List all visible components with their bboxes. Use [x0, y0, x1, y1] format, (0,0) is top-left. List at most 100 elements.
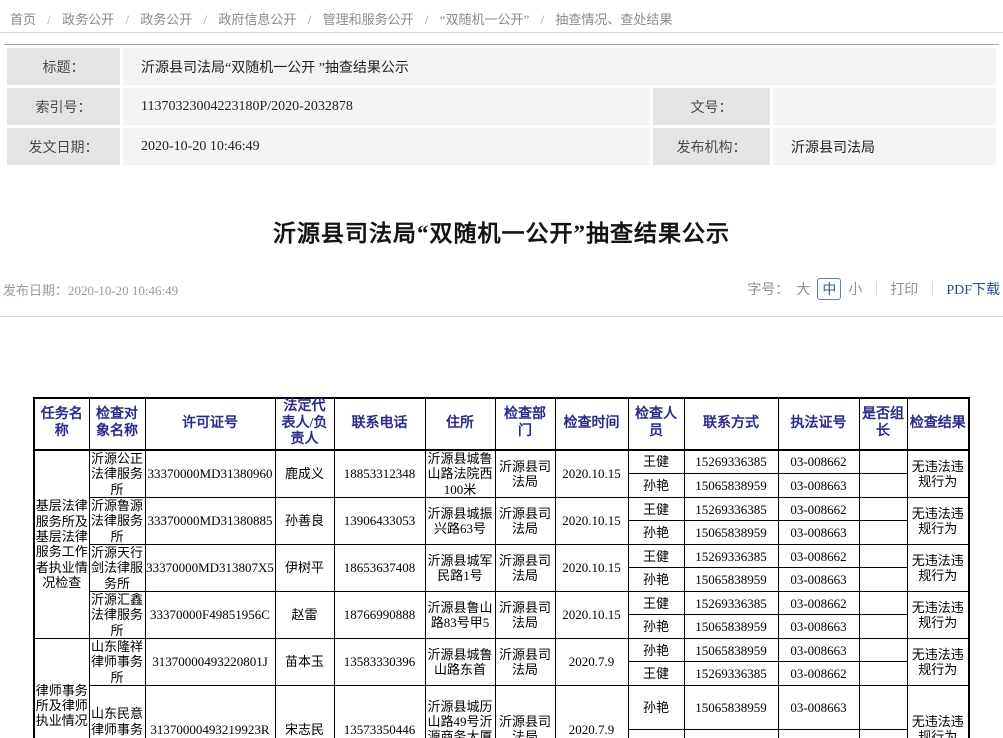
breadcrumb-item-home[interactable]: 首页 [10, 12, 36, 27]
cell-inspector-contact: 15269336385 [684, 450, 778, 474]
cell-result: 无违法违规行为 [907, 450, 969, 497]
breadcrumb-item-5[interactable]: “双随机一公开” [440, 12, 530, 27]
cell-dept: 沂源县司法局 [495, 544, 555, 591]
table-row: 基层法律服务所及基层法律服务工作者执业情况检查 沂源公正法律服务所 333700… [34, 450, 969, 474]
header-task-name: 任务名称 [34, 398, 89, 450]
cell-inspector-contact: 15269336385 [684, 729, 778, 738]
cell-result: 无违法违规行为 [907, 685, 969, 738]
cell-license: 31370000493219923R [145, 685, 275, 738]
cell-leader [859, 591, 907, 614]
cell-inspector-contact: 15065838959 [684, 474, 778, 498]
breadcrumb-item-3[interactable]: 政府信息公开 [218, 12, 296, 27]
cell-task: 律师事务所及律师执业情况 [34, 638, 89, 738]
breadcrumb-separator: / [47, 12, 51, 27]
article-tools: 字号： 大 中 小 ｜ 打印 ｜ PDF下载 [747, 278, 1000, 300]
table-row: 沂源天行剑法律服务所 33370000MD313807X5 伊树平 186536… [34, 544, 969, 567]
cell-license: 33370000MD313807X5 [145, 544, 275, 591]
cell-address: 沂源县城鲁山路东首 [425, 638, 495, 685]
cell-result: 无违法违规行为 [907, 638, 969, 685]
cell-leader [859, 450, 907, 474]
cell-leader [859, 638, 907, 661]
table-row: 沂源鲁源法律服务所 33370000MD31380885 孙善良 1390643… [34, 497, 969, 520]
cell-inspector-name: 王健 [628, 662, 684, 686]
cell-date: 2020.10.15 [555, 591, 628, 638]
font-size-medium-button[interactable]: 中 [817, 278, 841, 300]
cell-leader [859, 662, 907, 686]
cell-address: 沂源县城鲁山路法院西100米 [425, 450, 495, 497]
cell-inspector-badge: 03-008663 [778, 474, 859, 498]
cell-inspector-name: 王健 [628, 729, 684, 738]
breadcrumb-item-2[interactable]: 政务公开 [140, 12, 192, 27]
cell-legal: 赵雷 [275, 591, 334, 638]
cell-inspector-name: 王健 [628, 544, 684, 567]
header-leader: 是否组长 [859, 398, 907, 450]
meta-org-label: 发布机构： [653, 128, 770, 165]
cell-inspector-contact: 15269336385 [684, 544, 778, 567]
cell-inspector-contact: 15065838959 [684, 568, 778, 592]
cell-dept: 沂源县司法局 [495, 685, 555, 738]
cell-inspector-badge: 03-008663 [778, 685, 859, 729]
cell-inspector-badge: 03-008662 [778, 497, 859, 520]
cell-inspector-contact: 15269336385 [684, 591, 778, 614]
meta-docno-value [773, 88, 996, 125]
cell-leader [859, 474, 907, 498]
breadcrumb-item-4[interactable]: 管理和服务公开 [323, 12, 414, 27]
header-license-no: 许可证号 [145, 398, 275, 450]
cell-leader [859, 497, 907, 520]
page-title: 沂源县司法局“双随机一公开”抽查结果公示 [0, 214, 1003, 248]
cell-object: 沂源公正法律服务所 [89, 450, 145, 497]
pdf-download-button[interactable]: PDF下载 [946, 279, 1000, 299]
meta-title-label: 标题： [7, 48, 120, 85]
cell-inspector-name: 孙艳 [628, 615, 684, 639]
cell-inspector-badge: 03-008663 [778, 615, 859, 639]
breadcrumb-item-1[interactable]: 政务公开 [62, 12, 114, 27]
breadcrumb-item-6[interactable]: 抽查情况、查处结果 [555, 12, 672, 27]
table-row: 山东民意律师事务所 31370000493219923R 宋志民 1357335… [34, 685, 969, 729]
cell-leader [859, 615, 907, 639]
inspection-results-table: 任务名称 检查对象名称 许可证号 法定代表人/负责人 联系电话 住所 检查部门 … [33, 397, 970, 738]
header-date: 检查时间 [555, 398, 628, 450]
cell-inspector-contact: 15065838959 [684, 615, 778, 639]
cell-object: 山东民意律师事务所 [89, 685, 145, 738]
header-object-name: 检查对象名称 [89, 398, 145, 450]
cell-leader [859, 568, 907, 592]
cell-inspector-badge: 03-008662 [778, 662, 859, 686]
publish-date-value: 2020-10-20 10:46:49 [68, 283, 178, 298]
cell-date: 2020.7.9 [555, 685, 628, 738]
cell-dept: 沂源县司法局 [495, 591, 555, 638]
cell-task: 基层法律服务所及基层法律服务工作者执业情况检查 [34, 450, 89, 638]
cell-inspector-name: 孙艳 [628, 568, 684, 592]
meta-title-value: 沂源县司法局“双随机一公开 ”抽查结果公示 [123, 48, 996, 85]
cell-inspector-name: 孙艳 [628, 638, 684, 661]
cell-dept: 沂源县司法局 [495, 450, 555, 497]
document-meta: 标题： 沂源县司法局“双随机一公开 ”抽查结果公示 索引号： 113703230… [4, 44, 999, 168]
cell-result: 无违法违规行为 [907, 497, 969, 544]
cell-address: 沂源县鲁山路83号甲5 [425, 591, 495, 638]
cell-license: 33370000MD31380885 [145, 497, 275, 544]
publish-date: 发布日期：2020-10-20 10:46:49 [3, 280, 178, 299]
cell-inspector-badge: 03-008663 [778, 521, 859, 545]
tools-divider: ｜ [925, 279, 939, 299]
divider-line [0, 316, 1003, 317]
cell-phone: 18766990888 [334, 591, 425, 638]
breadcrumb-separator: / [308, 12, 312, 27]
cell-inspector-name: 孙艳 [628, 521, 684, 545]
tools-divider: ｜ [869, 279, 883, 299]
header-legal-rep: 法定代表人/负责人 [275, 398, 334, 450]
publish-row: 发布日期：2020-10-20 10:46:49 字号： 大 中 小 ｜ 打印 … [3, 278, 1000, 300]
header-result: 检查结果 [907, 398, 969, 450]
table-header-row: 任务名称 检查对象名称 许可证号 法定代表人/负责人 联系电话 住所 检查部门 … [34, 398, 969, 450]
breadcrumb-separator: / [541, 12, 545, 27]
cell-inspector-badge: 03-008662 [778, 544, 859, 567]
cell-license: 33370000MD31380960 [145, 450, 275, 497]
cell-phone: 18853312348 [334, 450, 425, 497]
print-button[interactable]: 打印 [890, 279, 918, 299]
breadcrumb-separator: / [125, 12, 129, 27]
font-size-large-button[interactable]: 大 [796, 279, 810, 299]
cell-date: 2020.7.9 [555, 638, 628, 685]
cell-license: 33370000F49851956C [145, 591, 275, 638]
cell-phone: 13906433053 [334, 497, 425, 544]
cell-dept: 沂源县司法局 [495, 638, 555, 685]
font-size-small-button[interactable]: 小 [848, 279, 862, 299]
cell-object: 沂源汇鑫法律服务所 [89, 591, 145, 638]
